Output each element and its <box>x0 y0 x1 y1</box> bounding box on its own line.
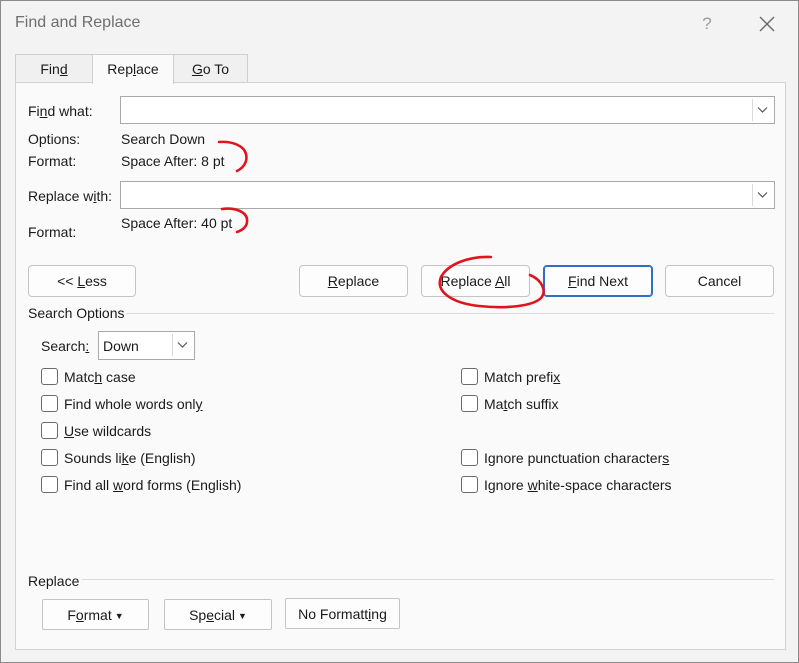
search-direction-value: Down <box>103 338 139 354</box>
use-wildcards-label: Use wildcards <box>64 423 152 439</box>
format-button[interactable]: Format ▼ <box>42 599 149 630</box>
match-suffix-checkbox[interactable] <box>461 395 478 412</box>
find-all-word-forms-label: Find all word forms (English) <box>64 477 242 493</box>
tab-find[interactable]: Find <box>15 54 93 83</box>
match-suffix-label: Match suffix <box>484 396 559 412</box>
special-button[interactable]: Special ▼ <box>164 599 272 630</box>
less-button[interactable]: << Less <box>28 265 136 297</box>
ignore-punctuation-checkbox[interactable] <box>461 449 478 466</box>
ignore-punctuation-label: Ignore punctuation characters <box>484 450 670 466</box>
replace-with-dropdown[interactable] <box>752 184 772 206</box>
ignore-white-space-checkbox[interactable] <box>461 476 478 493</box>
close-icon <box>759 16 775 32</box>
find-all-word-forms-checkbox[interactable] <box>41 476 58 493</box>
sounds-like-checkbox[interactable] <box>41 449 58 466</box>
search-direction-dropdown[interactable] <box>172 334 192 356</box>
find-what-label: Find what: <box>28 103 93 119</box>
no-formatting-button[interactable]: No Formatting <box>285 598 400 629</box>
find-format-label: Format: <box>28 153 77 169</box>
replace-section-divider <box>82 579 774 580</box>
replace-tab-panel: Find what: Options: Search Down Format: … <box>15 82 786 650</box>
caret-down-icon: ▼ <box>238 611 247 621</box>
chevron-down-icon <box>177 342 188 348</box>
close-button[interactable] <box>753 10 781 38</box>
replace-format-value: Space After: 40 pt <box>121 215 233 231</box>
chevron-down-icon <box>757 192 768 198</box>
title-bar: Find and Replace ? <box>1 1 798 47</box>
search-options-divider <box>126 313 774 314</box>
replace-with-label: Replace with: <box>28 188 113 204</box>
chevron-down-icon <box>757 107 768 113</box>
dialog-title: Find and Replace <box>15 14 141 31</box>
match-case-label: Match case <box>64 369 136 385</box>
find-what-dropdown[interactable] <box>752 99 772 121</box>
find-next-button[interactable]: Find Next <box>543 265 653 297</box>
find-format-value: Space After: 8 pt <box>121 153 225 169</box>
use-wildcards-checkbox[interactable] <box>41 422 58 439</box>
match-case-checkbox[interactable] <box>41 368 58 385</box>
replace-button[interactable]: Replace <box>299 265 408 297</box>
find-whole-words-checkbox[interactable] <box>41 395 58 412</box>
options-value: Search Down <box>121 131 206 147</box>
search-options-heading: Search Options <box>28 305 125 321</box>
match-prefix-label: Match prefix <box>484 369 561 385</box>
help-button[interactable]: ? <box>695 10 719 38</box>
caret-down-icon: ▼ <box>114 611 124 621</box>
find-whole-words-label: Find whole words only <box>64 396 203 412</box>
search-direction-select[interactable]: Down <box>98 331 195 360</box>
ignore-white-space-label: Ignore white-space characters <box>484 477 672 493</box>
replace-format-label: Format: <box>28 224 77 240</box>
sounds-like-label: Sounds like (English) <box>64 450 196 466</box>
find-what-combobox[interactable] <box>120 96 775 124</box>
replace-section-heading: Replace <box>28 573 80 589</box>
search-direction-label: Search: <box>41 338 90 354</box>
tab-replace[interactable]: Replace <box>92 54 174 84</box>
match-prefix-checkbox[interactable] <box>461 368 478 385</box>
tab-go-to[interactable]: Go To <box>173 54 248 83</box>
replace-with-combobox[interactable] <box>120 181 775 209</box>
cancel-button[interactable]: Cancel <box>665 265 774 297</box>
find-replace-dialog: Find and Replace ? Find Replace Go To Fi… <box>0 0 799 663</box>
replace-all-button[interactable]: Replace All <box>421 265 530 297</box>
options-label: Options: <box>28 131 81 147</box>
